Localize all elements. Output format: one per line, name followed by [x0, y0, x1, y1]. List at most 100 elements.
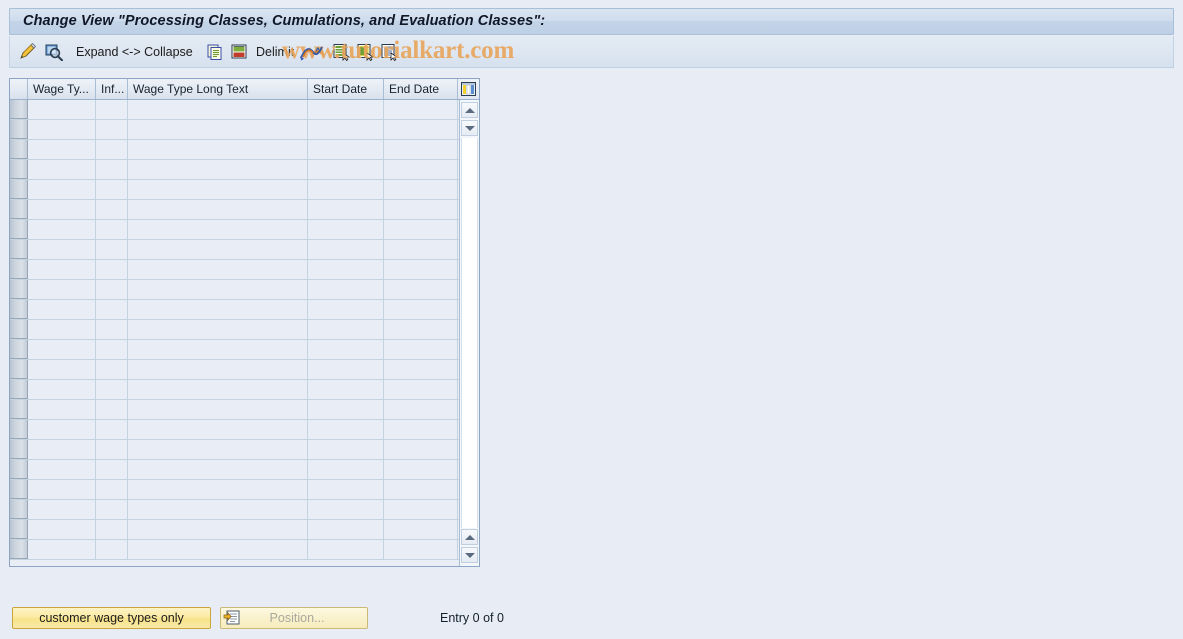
- cell-wage_type[interactable]: [28, 140, 96, 159]
- cell-long_text[interactable]: [128, 500, 308, 519]
- row-select-button[interactable]: [10, 200, 28, 219]
- cell-long_text[interactable]: [128, 100, 308, 119]
- cell-end_date[interactable]: [384, 160, 458, 179]
- cell-wage_type[interactable]: [28, 240, 96, 259]
- table-row[interactable]: [10, 100, 460, 120]
- cell-end_date[interactable]: [384, 540, 458, 559]
- cell-end_date[interactable]: [384, 380, 458, 399]
- cell-infotype[interactable]: [96, 180, 128, 199]
- cell-start_date[interactable]: [308, 260, 384, 279]
- undo-icon[interactable]: [308, 41, 328, 63]
- cell-infotype[interactable]: [96, 520, 128, 539]
- cell-start_date[interactable]: [308, 480, 384, 499]
- column-header-end-date[interactable]: End Date: [384, 79, 458, 99]
- cell-infotype[interactable]: [96, 320, 128, 339]
- cell-wage_type[interactable]: [28, 100, 96, 119]
- cell-wage_type[interactable]: [28, 220, 96, 239]
- cell-end_date[interactable]: [384, 360, 458, 379]
- table-row[interactable]: [10, 360, 460, 380]
- cell-infotype[interactable]: [96, 280, 128, 299]
- row-select-button[interactable]: [10, 460, 28, 479]
- cell-start_date[interactable]: [308, 520, 384, 539]
- copy-as-icon[interactable]: [206, 41, 226, 63]
- column-header-wage-type[interactable]: Wage Ty...: [28, 79, 96, 99]
- column-header-infotype[interactable]: Inf...: [96, 79, 128, 99]
- cell-wage_type[interactable]: [28, 180, 96, 199]
- cell-end_date[interactable]: [384, 260, 458, 279]
- cell-infotype[interactable]: [96, 500, 128, 519]
- cell-start_date[interactable]: [308, 240, 384, 259]
- cell-infotype[interactable]: [96, 440, 128, 459]
- table-row[interactable]: [10, 120, 460, 140]
- cell-wage_type[interactable]: [28, 360, 96, 379]
- cell-infotype[interactable]: [96, 140, 128, 159]
- cell-long_text[interactable]: [128, 340, 308, 359]
- cell-start_date[interactable]: [308, 440, 384, 459]
- row-select-button[interactable]: [10, 400, 28, 419]
- table-row[interactable]: [10, 400, 460, 420]
- cell-start_date[interactable]: [308, 280, 384, 299]
- table-row[interactable]: [10, 160, 460, 180]
- cell-start_date[interactable]: [308, 120, 384, 139]
- cell-long_text[interactable]: [128, 380, 308, 399]
- cell-infotype[interactable]: [96, 340, 128, 359]
- table-row[interactable]: [10, 380, 460, 400]
- row-select-button[interactable]: [10, 380, 28, 399]
- cell-end_date[interactable]: [384, 440, 458, 459]
- cell-long_text[interactable]: [128, 480, 308, 499]
- cell-infotype[interactable]: [96, 220, 128, 239]
- cell-end_date[interactable]: [384, 520, 458, 539]
- table-vertical-scrollbar[interactable]: [459, 100, 479, 566]
- table-row[interactable]: [10, 300, 460, 320]
- cell-infotype[interactable]: [96, 120, 128, 139]
- cell-wage_type[interactable]: [28, 440, 96, 459]
- scroll-page-down-icon[interactable]: [461, 547, 478, 563]
- deselect-all-icon[interactable]: [356, 41, 376, 63]
- column-header-long-text[interactable]: Wage Type Long Text: [128, 79, 308, 99]
- table-row[interactable]: [10, 260, 460, 280]
- row-select-button[interactable]: [10, 300, 28, 319]
- cell-end_date[interactable]: [384, 220, 458, 239]
- cell-wage_type[interactable]: [28, 460, 96, 479]
- cell-long_text[interactable]: [128, 140, 308, 159]
- cell-infotype[interactable]: [96, 200, 128, 219]
- cell-start_date[interactable]: [308, 420, 384, 439]
- cell-end_date[interactable]: [384, 340, 458, 359]
- cell-wage_type[interactable]: [28, 340, 96, 359]
- table-header-corner[interactable]: [10, 79, 28, 99]
- row-select-button[interactable]: [10, 340, 28, 359]
- row-select-button[interactable]: [10, 500, 28, 519]
- cell-long_text[interactable]: [128, 360, 308, 379]
- cell-infotype[interactable]: [96, 360, 128, 379]
- table-row[interactable]: [10, 540, 460, 560]
- table-row[interactable]: [10, 520, 460, 540]
- cell-end_date[interactable]: [384, 140, 458, 159]
- cell-wage_type[interactable]: [28, 200, 96, 219]
- cell-infotype[interactable]: [96, 480, 128, 499]
- cell-infotype[interactable]: [96, 460, 128, 479]
- row-select-button[interactable]: [10, 440, 28, 459]
- copy-entry-icon[interactable]: [230, 41, 250, 63]
- change-pencil-icon[interactable]: [18, 41, 38, 63]
- cell-end_date[interactable]: [384, 300, 458, 319]
- cell-long_text[interactable]: [128, 220, 308, 239]
- row-select-button[interactable]: [10, 120, 28, 139]
- cell-end_date[interactable]: [384, 400, 458, 419]
- cell-start_date[interactable]: [308, 460, 384, 479]
- cell-start_date[interactable]: [308, 180, 384, 199]
- cell-start_date[interactable]: [308, 540, 384, 559]
- cell-start_date[interactable]: [308, 400, 384, 419]
- cell-start_date[interactable]: [308, 200, 384, 219]
- table-row[interactable]: [10, 220, 460, 240]
- row-select-button[interactable]: [10, 180, 28, 199]
- customer-wage-types-only-button[interactable]: customer wage types only: [12, 607, 211, 629]
- row-select-button[interactable]: [10, 160, 28, 179]
- table-row[interactable]: [10, 460, 460, 480]
- cell-wage_type[interactable]: [28, 280, 96, 299]
- cell-start_date[interactable]: [308, 340, 384, 359]
- cell-end_date[interactable]: [384, 100, 458, 119]
- table-row[interactable]: [10, 500, 460, 520]
- display-magnifier-icon[interactable]: [44, 41, 64, 63]
- select-all-icon[interactable]: [332, 41, 352, 63]
- cell-end_date[interactable]: [384, 480, 458, 499]
